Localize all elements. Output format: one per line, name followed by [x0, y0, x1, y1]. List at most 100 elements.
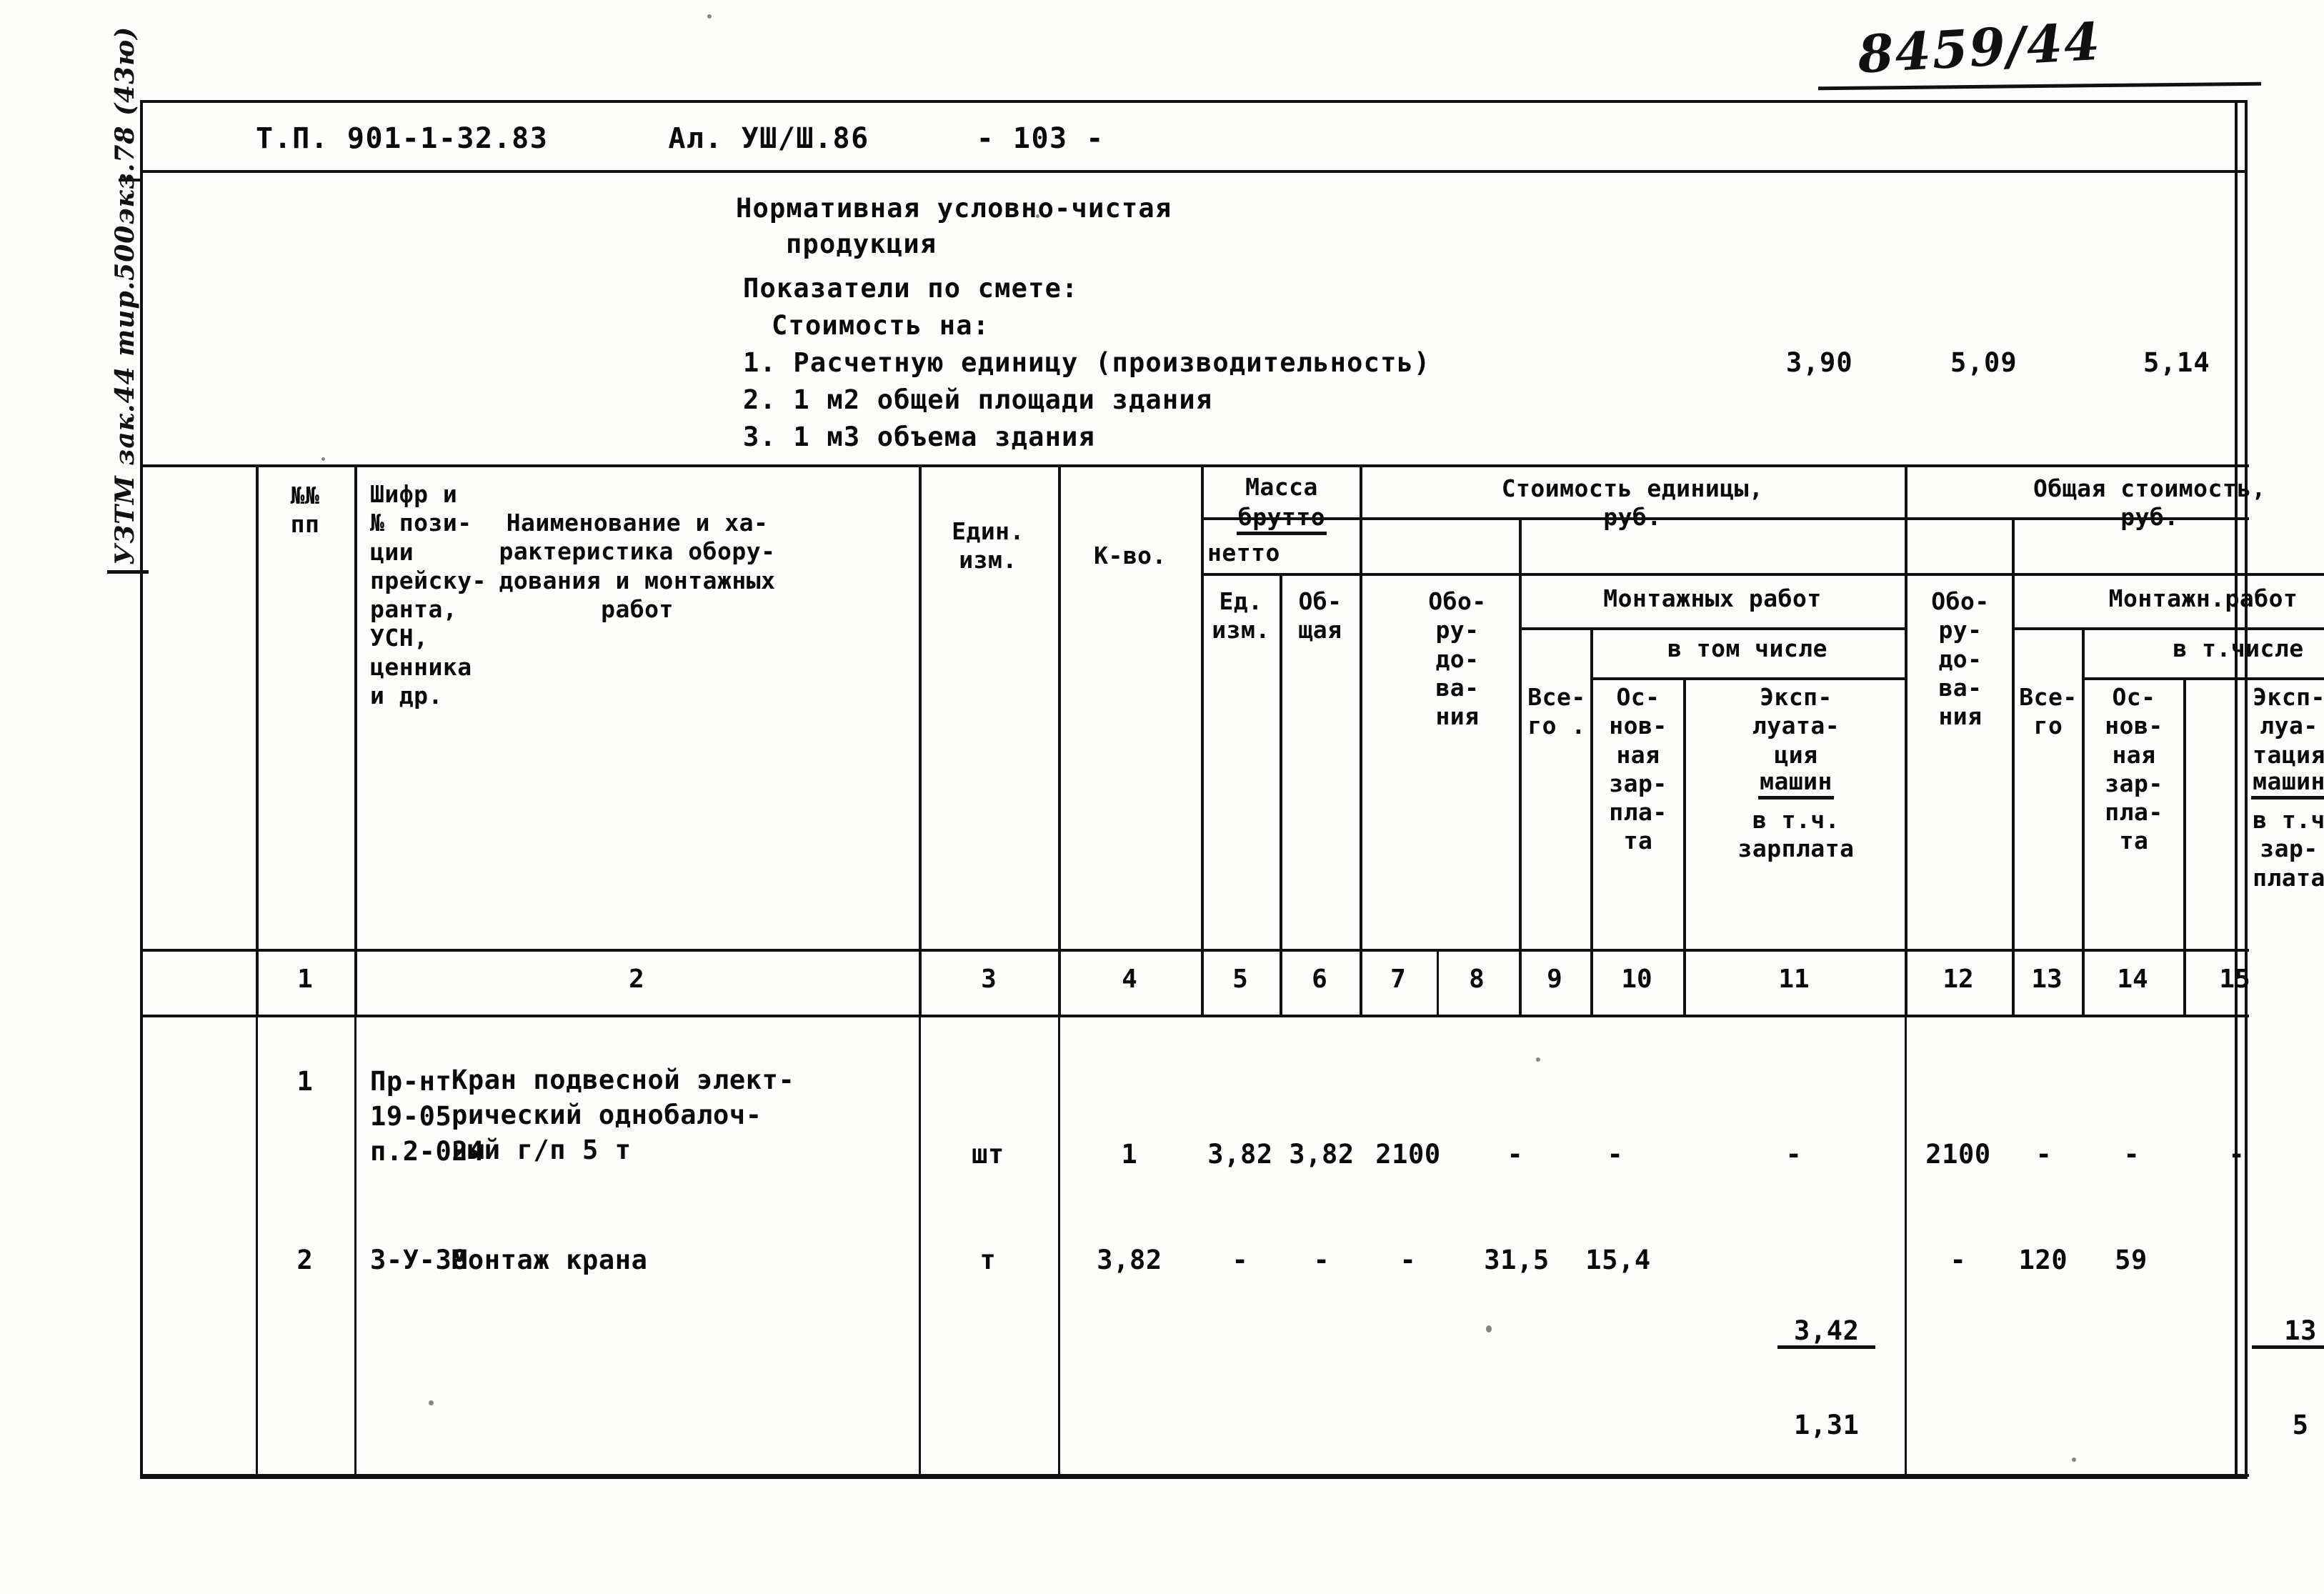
header-divider — [143, 170, 2246, 173]
vrule-n10 — [1590, 949, 1592, 1015]
colnum-3: 3 — [981, 965, 997, 994]
header-total-cost-group: Общая стоимость, руб. — [2033, 474, 2266, 532]
header-unit-cost-group: Стоимость единицы, руб. — [1501, 474, 1764, 532]
row1-equip-unit: 2100 — [1375, 1139, 1441, 1170]
rule-mont-works-2 — [2012, 627, 2324, 630]
vrule-c5 — [1201, 464, 1204, 1015]
row2-mach-total-wage: 5 — [2292, 1410, 2309, 1441]
rule-mont-works-1 — [1519, 627, 1905, 630]
rule-intom-2 — [2082, 677, 2324, 680]
header-col-9: Все- го . — [1527, 683, 1586, 740]
project-code: Т.П. 901-1-32.83 — [256, 122, 549, 155]
colnum-4: 4 — [1122, 965, 1137, 994]
colnum-2: 2 — [629, 965, 644, 994]
indicator-item-2: 2. 1 м2 общей площади здания — [743, 384, 1213, 415]
header-mont-works-2: Монтажн.работ — [2108, 584, 2298, 612]
row2-mass-unit: - — [1232, 1245, 1249, 1275]
row2-mont-mach-unit: 3,42 1,31 — [1690, 1222, 1897, 1538]
vrule-n7 — [1360, 949, 1362, 1015]
row2-unit: т — [979, 1245, 997, 1275]
colnum-14: 14 — [2117, 965, 2148, 994]
indicator-item-3: 3. 1 м3 объема здания — [743, 422, 1095, 452]
vrule-c1 — [256, 464, 259, 1015]
margin-print-stamp: УЗТМ зак.44 тир.500экз.78 (43ю) — [110, 26, 140, 565]
header-in-which-1: в том числе — [1667, 634, 1828, 662]
margin-tick-top — [119, 179, 143, 181]
indicator-item-1: 1. Расчетную единицу (производительность… — [743, 347, 1431, 378]
header-col-15-a: Эксп- луа- тация — [2253, 683, 2324, 769]
colnum-8: 8 — [1469, 965, 1485, 994]
row2-mont-mach-unit-fraction: 3,42 1,31 — [1777, 1257, 1876, 1500]
row1-mass-total: 3,82 — [1289, 1139, 1355, 1170]
vrule-c4 — [1058, 464, 1061, 1015]
row1-equip-total: 2100 — [1925, 1139, 1991, 1170]
table-top-rule — [140, 464, 2249, 467]
vrule-c2 — [354, 464, 357, 1015]
indicator-value-1: 3,90 — [1786, 347, 1853, 378]
title-block: Нормативная условно-чистая продукция Пок… — [143, 179, 2246, 464]
header-col-15-b: машин — [2186, 767, 2324, 800]
col15-machines-label: машин — [2251, 767, 2324, 800]
vrule-d2 — [354, 1015, 356, 1474]
row2-mach-unit-wage: 1,31 — [1794, 1410, 1860, 1441]
row2-equip-unit: - — [1400, 1245, 1417, 1275]
header-col-5: К-во. — [1094, 542, 1167, 569]
scan-speck — [2072, 1458, 2076, 1462]
header-col-11-b: машин — [1689, 767, 1903, 800]
row1-name: Кран подвесной элект- рический однобалоч… — [452, 1065, 795, 1165]
row1-number: 1 — [296, 1066, 314, 1097]
rule-numbers-bottom — [140, 1015, 2249, 1017]
header-col-11-a: Эксп- луата- ция — [1752, 683, 1840, 769]
scan-speck — [1536, 1057, 1540, 1062]
row2-mont-mach-total-fraction: 13 5 — [2251, 1257, 2324, 1500]
header-mass-brutto: брутто — [1206, 503, 1357, 536]
colnum-9: 9 — [1547, 965, 1562, 994]
header-col-4: Един. изм. — [952, 517, 1024, 574]
vrule-n9 — [1519, 949, 1521, 1015]
row2-mont-wage-total: 59 — [2115, 1245, 2148, 1275]
title-line-1: Нормативная условно-чистая — [736, 193, 1172, 224]
page-number: - 103 - — [976, 122, 1104, 155]
colnum-12: 12 — [1943, 965, 1974, 994]
header-col-15-c: в т.ч зар- плата — [2253, 806, 2324, 892]
header-col-1: №№ пп — [290, 482, 320, 539]
row1-mont-mach-total: - — [2228, 1139, 2245, 1170]
header-col-7: Об- щая — [1298, 587, 1342, 644]
scan-speck — [1486, 1325, 1492, 1333]
scan-speck — [429, 1400, 434, 1405]
header-col-6: Ед. изм. — [1212, 587, 1270, 644]
row2-name: Монтаж крана — [452, 1245, 648, 1275]
header-col-8: Обо- ру- до- ва- ния — [1428, 587, 1487, 730]
vrule-n11 — [1683, 949, 1685, 1015]
header-mass-group: Масса — [1245, 473, 1318, 501]
mass-brutto-label: брутто — [1236, 503, 1327, 536]
album-code: Ал. УШ/Ш.86 — [668, 122, 869, 155]
row2-mont-wage-unit: 15,4 — [1585, 1245, 1651, 1275]
colnum-10: 10 — [1621, 965, 1652, 994]
vrule-c11 — [1905, 464, 1907, 1015]
row2-number: 2 — [296, 1245, 314, 1275]
row2-equip-total: - — [1950, 1245, 1967, 1275]
title-line-2: продукция — [786, 229, 937, 259]
table-bottom-rule — [140, 1474, 2249, 1477]
rule-unitcost-sub — [1360, 573, 2324, 576]
row2-mont-mach-total: 13 5 — [2186, 1222, 2324, 1538]
header-col-13: Все- го — [2019, 683, 2078, 740]
row2-mass-total: - — [1313, 1245, 1330, 1275]
colnum-5: 5 — [1232, 965, 1248, 994]
colnum-15: 15 — [2219, 965, 2250, 994]
colnum-11: 11 — [1778, 965, 1810, 994]
row2-mach-total-value: 13 — [2251, 1315, 2324, 1350]
rule-intom-1 — [1590, 677, 1905, 680]
header-col-11-c: в т.ч. зарплата — [1737, 806, 1855, 863]
vrule-n15 — [2183, 949, 2185, 1015]
indicators-label: Показатели по смете: — [743, 273, 1079, 304]
vrule-n14 — [2082, 949, 2084, 1015]
row1-mass-unit: 3,82 — [1207, 1139, 1273, 1170]
row1-qty: 1 — [1121, 1139, 1138, 1170]
scan-speck — [1036, 214, 1039, 218]
row1-mont-total-unit: - — [1507, 1139, 1524, 1170]
row1-unit: шт — [972, 1139, 1004, 1170]
colnum-6: 6 — [1312, 965, 1327, 994]
vrule-n8 — [1437, 949, 1439, 1015]
